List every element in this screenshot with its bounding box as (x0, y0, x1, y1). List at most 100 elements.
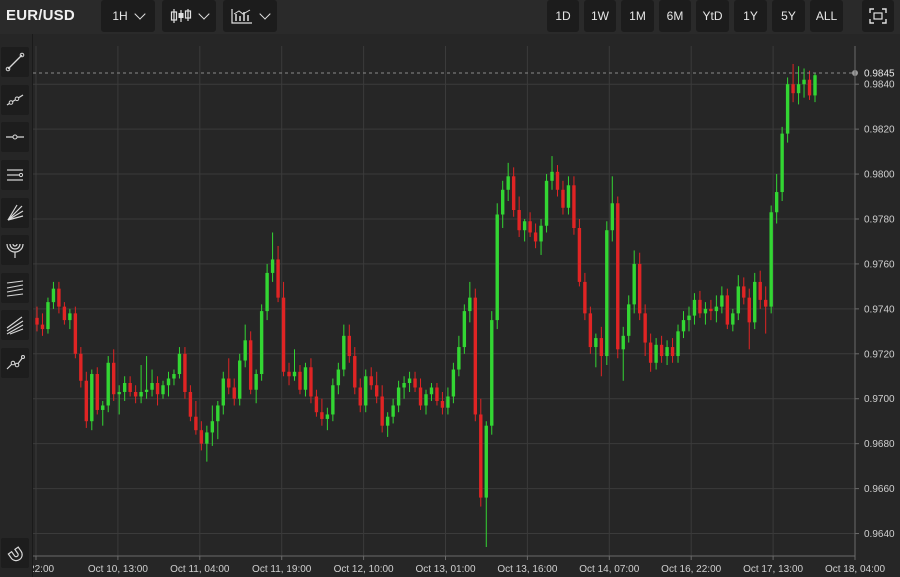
candle-body (577, 227, 582, 282)
range-button-1d[interactable]: 1D (547, 0, 579, 32)
candle (462, 304, 467, 354)
candle (238, 353, 242, 406)
candle-body (46, 302, 50, 330)
candle-body (122, 383, 127, 392)
y-tick-label: 0.9780 (864, 214, 895, 225)
range-label: 1Y (743, 9, 758, 23)
range-button-1w[interactable]: 1W (584, 0, 616, 32)
candle (479, 398, 483, 507)
candle-body (533, 232, 538, 242)
candle (610, 176, 614, 242)
range-button-1y[interactable]: 1Y (734, 0, 767, 32)
magnet-icon (7, 546, 23, 562)
tool-arc[interactable] (1, 235, 29, 265)
candle (320, 398, 324, 426)
fullscreen-icon (869, 8, 887, 24)
range-button-5y[interactable]: 5Y (772, 0, 805, 32)
interval-dropdown[interactable]: 1H (101, 0, 155, 32)
path-icon (6, 355, 25, 370)
candle-body (57, 288, 61, 307)
y-tick-label: 0.9700 (864, 394, 895, 405)
candle-body (643, 313, 647, 343)
candle-body (495, 214, 499, 321)
candle (501, 180, 505, 228)
candle (358, 378, 362, 413)
tool-parallel-channel[interactable] (1, 160, 29, 190)
candle (402, 376, 406, 399)
price-chart[interactable]: 0.9845 0.96400.96600.96800.97000.97200.9… (33, 38, 900, 577)
candle-body (150, 383, 154, 390)
candle-body (73, 313, 78, 354)
range-button-all[interactable]: ALL (810, 0, 843, 32)
tool-trend-line[interactable] (1, 47, 29, 77)
range-button-1m[interactable]: 1M (621, 0, 654, 32)
candle-body (610, 203, 614, 231)
range-label: ALL (815, 9, 838, 23)
range-button-6m[interactable]: 6M (659, 0, 691, 32)
candle-body (287, 371, 291, 377)
candle (84, 371, 89, 428)
tool-ray[interactable] (1, 85, 29, 115)
range-label: 5Y (781, 9, 796, 23)
candle (385, 412, 390, 437)
indicators-dropdown[interactable] (223, 0, 277, 32)
candle-body (172, 374, 176, 379)
fullscreen-button[interactable] (862, 0, 894, 32)
chevron-down-icon (134, 7, 146, 20)
candle-body (747, 297, 751, 323)
candle-body (309, 367, 313, 397)
candle-body (648, 342, 653, 363)
candle-body (380, 396, 384, 426)
candle-body (325, 414, 330, 419)
candle (517, 196, 521, 237)
top-toolbar: EUR/USD 1H 1D 1W 1M 6M YtD 1Y 5Y ALL (0, 0, 900, 34)
chart-grid (33, 46, 856, 556)
tool-path[interactable] (1, 348, 29, 378)
candle (457, 335, 461, 377)
tool-pitchfork[interactable] (1, 310, 29, 340)
candle-body (731, 313, 735, 325)
candle-body (303, 367, 308, 390)
tool-horizontal-line[interactable] (1, 122, 29, 152)
candle-body (632, 263, 636, 305)
candle (627, 295, 631, 343)
candle (665, 340, 669, 366)
candle (796, 66, 801, 105)
candle (692, 293, 697, 325)
horizontal-line-icon (6, 134, 24, 140)
candle-body (769, 212, 773, 307)
candle (122, 376, 127, 401)
candle-body (654, 344, 658, 363)
candle-body (418, 387, 423, 406)
candle-body (336, 369, 341, 386)
tool-magnet[interactable] (1, 538, 29, 568)
range-label: 6M (666, 9, 684, 23)
chart-style-dropdown[interactable] (162, 0, 216, 32)
parallel-channel-icon (7, 169, 24, 181)
candle-body (270, 259, 275, 273)
candle (714, 295, 719, 323)
candle-body (347, 335, 351, 357)
candle-body (703, 308, 708, 314)
candle (637, 252, 642, 321)
candle (435, 383, 439, 406)
candle (676, 324, 680, 363)
candle-body (457, 347, 461, 370)
candle-body (62, 306, 67, 321)
tool-fan[interactable] (1, 198, 29, 228)
candle (270, 232, 275, 282)
x-tick-label: Oct 11, 19:00 (252, 564, 312, 575)
candle (572, 176, 576, 235)
range-button-ytd[interactable]: YtD (696, 0, 729, 32)
candle-body (681, 320, 686, 332)
candle-body (259, 311, 264, 375)
candle-body (161, 385, 165, 395)
candle (128, 376, 132, 397)
candle-body (594, 338, 598, 348)
tool-fibonacci[interactable] (1, 273, 29, 303)
candle-body (550, 171, 554, 181)
candle (205, 425, 209, 462)
candle-body (166, 378, 171, 386)
candle-body (68, 313, 72, 321)
candle-body (254, 374, 258, 390)
